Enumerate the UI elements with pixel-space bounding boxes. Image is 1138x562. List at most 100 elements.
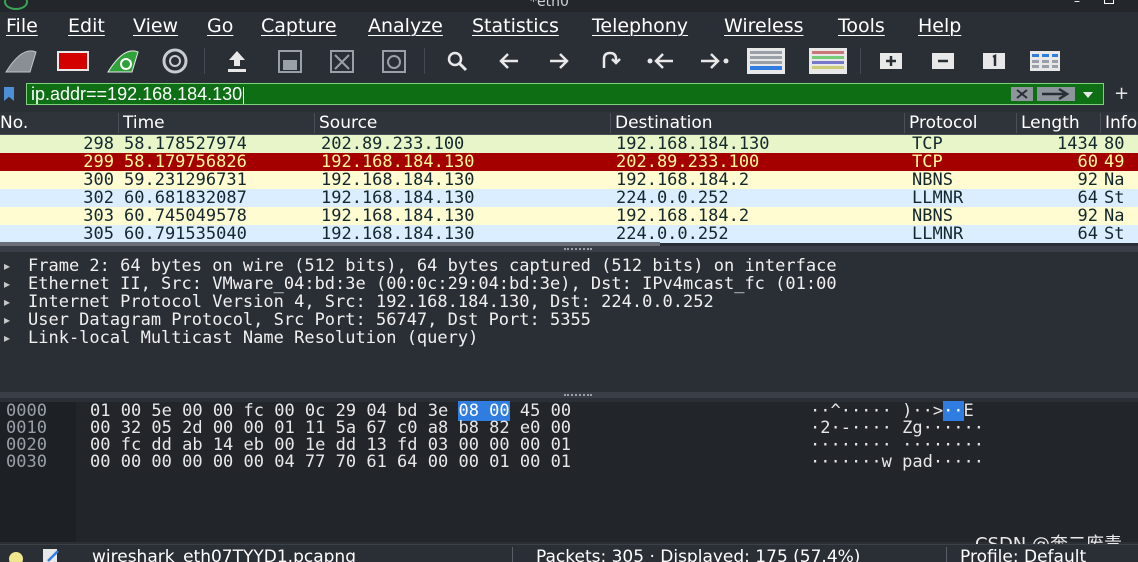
packet-cell-length: 60 [1077,153,1098,171]
packet-cell-destination: 192.168.184.2 [616,207,750,225]
close-file-icon[interactable] [325,46,359,76]
packet-bytes-pane: 0000 01 00 5e 00 00 fc 00 0c 29 04 bd 3e… [0,401,1138,542]
packet-cell-info: St [1104,189,1125,207]
column-header-protocol[interactable]: Protocol [904,113,1016,133]
zoom-in-icon[interactable] [874,46,908,76]
apply-filter-icon[interactable] [1037,87,1075,101]
go-back-icon[interactable] [492,46,526,76]
restart-capture-icon[interactable] [106,46,140,76]
menu-help[interactable]: Help [918,15,961,37]
expand-arrow-icon[interactable]: ▸ [4,329,14,347]
go-first-packet-icon[interactable] [645,46,679,76]
normal-size-icon[interactable] [977,46,1011,76]
packet-row[interactable]: 305 60.791535040 192.168.184.130 224.0.0.25… [0,225,1138,243]
packet-cell-time: 60.745049578 [124,207,247,225]
packet-row[interactable]: 299 58.179756826 192.168.184.130 202.89.233… [0,153,1138,171]
wireshark-logo-icon [4,0,28,10]
packet-cell-protocol: NBNS [912,207,953,225]
packet-cell-info: Na [1104,171,1125,189]
menu-tools[interactable]: Tools [838,15,885,37]
packet-row[interactable]: 303 60.745049578 192.168.184.130 192.168.18… [0,207,1138,225]
packet-cell-time: 60.791535040 [124,225,247,243]
column-header-time[interactable]: Time [118,113,314,133]
packet-cell-protocol: TCP [912,153,943,171]
colorize-icon[interactable] [808,46,848,76]
packet-cell-no: 298 [83,135,114,153]
packet-cell-source: 192.168.184.130 [321,225,475,243]
expand-arrow-icon[interactable]: ▸ [4,257,14,275]
packet-cell-source: 202.89.233.100 [321,135,465,153]
expand-arrow-icon[interactable]: ▸ [4,311,14,329]
packet-row[interactable]: 302 60.681832087 192.168.184.130 224.0.0.25… [0,189,1138,207]
menu-go[interactable]: Go [207,15,233,37]
column-header-no[interactable]: No. [0,113,118,133]
menu-file[interactable]: File [6,15,38,37]
display-filter-input[interactable]: ip.addr==192.168.184.130 [26,83,1104,105]
packet-cell-no: 305 [83,225,114,243]
go-last-packet-icon[interactable] [697,46,731,76]
packet-cell-length: 92 [1077,207,1098,225]
packet-row[interactable]: 300 59.231296731 192.168.184.130 192.168.18… [0,171,1138,189]
menu-telephony[interactable]: Telephony [592,15,688,37]
column-header-source[interactable]: Source [314,113,610,133]
packet-cell-time: 60.681832087 [124,189,247,207]
filter-history-dropdown-icon[interactable] [1081,90,1095,100]
expand-arrow-icon[interactable]: ▸ [4,293,14,311]
packet-cell-protocol: NBNS [912,171,953,189]
menu-statistics[interactable]: Statistics [472,15,559,37]
main-toolbar [0,42,1138,80]
shark-fin-icon[interactable] [4,46,38,76]
menu-edit[interactable]: Edit [68,15,105,37]
packet-cell-info: Na [1104,207,1125,225]
clear-filter-icon[interactable] [1011,87,1033,101]
packet-cell-no: 299 [83,153,114,171]
menu-capture[interactable]: Capture [261,15,337,37]
save-file-icon[interactable] [273,46,307,76]
expand-arrow-icon[interactable]: ▸ [4,275,14,293]
zoom-out-icon[interactable] [926,46,960,76]
packet-cell-source: 192.168.184.130 [321,207,475,225]
toolbar-separator [424,48,425,74]
packet-cell-no: 300 [83,171,114,189]
packet-list: No. Time Source Destination Protocol Len… [0,112,1138,243]
packet-cell-length: 1434 [1057,135,1098,153]
packet-cell-length: 64 [1077,189,1098,207]
packet-details-pane: ▸ Frame 2: 64 bytes on wire (512 bits), 6… [0,254,1138,390]
column-header-info[interactable]: Info [1100,113,1138,133]
column-header-destination[interactable]: Destination [610,113,904,133]
pane-splitter[interactable] [0,392,1138,398]
pane-splitter[interactable] [0,246,1138,252]
resize-columns-icon[interactable] [1028,46,1062,76]
column-header-length[interactable]: Length [1016,113,1100,133]
open-file-icon[interactable] [220,46,254,76]
packet-cell-length: 64 [1077,225,1098,243]
reload-file-icon[interactable] [377,46,411,76]
add-filter-button[interactable]: + [1114,83,1129,104]
menu-analyze[interactable]: Analyze [368,15,443,37]
display-filter-value[interactable]: ip.addr==192.168.184.130 [31,84,244,104]
status-file-name: wireshark_eth07TYYD1.pcapng [92,547,356,562]
go-to-packet-icon[interactable] [593,46,627,76]
capture-comment-icon[interactable] [40,547,62,562]
menu-view[interactable]: View [133,15,178,37]
packet-row[interactable]: 298 58.178527974 202.89.233.100 192.168.184… [0,135,1138,153]
capture-options-icon[interactable] [158,46,192,76]
packet-cell-source: 192.168.184.130 [321,189,475,207]
auto-scroll-icon[interactable] [746,46,786,76]
find-packet-icon[interactable] [440,46,474,76]
packet-cell-length: 92 [1077,171,1098,189]
stop-capture-icon[interactable] [56,46,90,76]
packet-cell-info: 49 [1104,153,1125,171]
packet-cell-destination: 224.0.0.252 [616,189,729,207]
status-profile[interactable]: Profile: Default [960,547,1086,562]
filter-bookmark-icon[interactable] [4,87,14,101]
maximize-icon[interactable] [1104,0,1114,4]
menu-wireless[interactable]: Wireless [724,15,804,37]
go-forward-icon[interactable] [542,46,576,76]
packet-cell-info: St [1104,225,1125,243]
minimize-icon[interactable]: – [1074,0,1086,7]
packet-cell-time: 59.231296731 [124,171,247,189]
expert-info-icon[interactable] [6,549,26,562]
packet-cell-destination: 224.0.0.252 [616,225,729,243]
packet-cell-source: 192.168.184.130 [321,153,475,171]
